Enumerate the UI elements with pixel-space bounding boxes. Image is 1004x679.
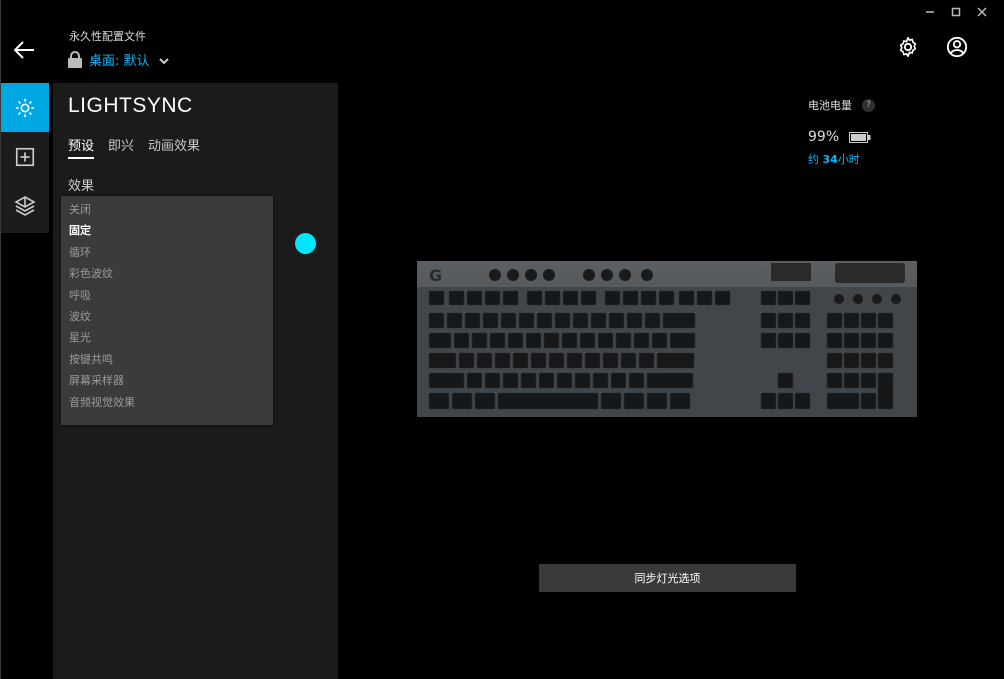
effect-option-cycle[interactable]: 循环 xyxy=(61,242,273,263)
chevron-down-icon xyxy=(158,58,169,65)
profile-name: 桌面: 默认 xyxy=(89,54,150,69)
effect-label: 效果 xyxy=(68,179,95,194)
effect-option-breathing[interactable]: 呼吸 xyxy=(61,285,273,306)
effect-option-off[interactable]: 关闭 xyxy=(61,199,273,220)
close-icon[interactable] xyxy=(972,2,992,22)
user-icon xyxy=(946,36,968,58)
rail-item-lightsync[interactable] xyxy=(1,83,49,132)
battery-time-value: 34 xyxy=(822,153,838,166)
lightsync-icon xyxy=(15,98,35,117)
minimize-icon[interactable] xyxy=(920,2,940,22)
maximize-icon[interactable] xyxy=(946,2,966,22)
sync-lighting-button[interactable]: 同步灯光选项 xyxy=(539,564,796,592)
battery-time-prefix: 约 xyxy=(808,153,823,166)
tab-freestyle[interactable]: 即兴 xyxy=(108,135,134,159)
battery-time: 约 34小时 xyxy=(808,151,860,167)
account-button[interactable] xyxy=(945,35,969,59)
effect-option-key-response[interactable]: 按键共鸣 xyxy=(61,349,273,370)
battery-section: 电池电量 ? xyxy=(808,97,875,113)
battery-label: 电池电量 xyxy=(808,99,852,112)
tab-presets[interactable]: 预设 xyxy=(68,135,95,159)
effect-option-ripple[interactable]: 波纹 xyxy=(61,306,273,327)
effect-dropdown[interactable]: 关闭 固定 循环 彩色波纹 呼吸 波纹 星光 按键共鸣 屏幕采样器 音频视觉效果 xyxy=(61,196,273,425)
effect-option-audio-visualizer[interactable]: 音频视觉效果 xyxy=(61,392,273,413)
profile-label: 永久性配置文件 xyxy=(69,30,146,43)
back-button[interactable] xyxy=(10,36,38,64)
settings-button[interactable] xyxy=(896,35,920,59)
effect-option-starlight[interactable]: 星光 xyxy=(61,327,273,348)
feature-rail xyxy=(1,83,49,233)
keyboard-image: G xyxy=(417,261,917,417)
color-swatch[interactable] xyxy=(295,233,316,254)
battery-icon xyxy=(849,131,871,143)
battery-time-suffix: 小时 xyxy=(837,153,860,166)
effect-option-screen-sampler[interactable]: 屏幕采样器 xyxy=(61,370,273,391)
lighting-tabs: 预设 即兴 动画效果 xyxy=(68,135,200,159)
battery-percent: 99% xyxy=(808,129,840,145)
back-arrow-icon xyxy=(13,41,34,59)
svg-text:G: G xyxy=(429,266,442,285)
profile-selector[interactable]: 桌面: 默认 xyxy=(67,50,170,69)
rail-item-game-mode[interactable] xyxy=(1,181,49,230)
rail-item-assignments[interactable] xyxy=(1,132,49,181)
panel-title: LIGHTSYNC xyxy=(68,94,193,117)
gear-icon xyxy=(899,37,917,57)
add-icon xyxy=(15,147,35,166)
lock-icon xyxy=(68,50,82,68)
effect-option-color-wave[interactable]: 彩色波纹 xyxy=(61,263,273,284)
keyboard-layers-icon xyxy=(14,195,36,216)
battery-percent-row: 99% xyxy=(808,129,871,145)
effect-option-fixed[interactable]: 固定 xyxy=(61,220,273,241)
help-icon[interactable]: ? xyxy=(862,98,875,112)
lightsync-panel: LIGHTSYNC 预设 即兴 动画效果 效果 关闭 固定 循环 彩色波纹 呼吸… xyxy=(53,83,338,679)
tab-animations[interactable]: 动画效果 xyxy=(148,135,200,159)
